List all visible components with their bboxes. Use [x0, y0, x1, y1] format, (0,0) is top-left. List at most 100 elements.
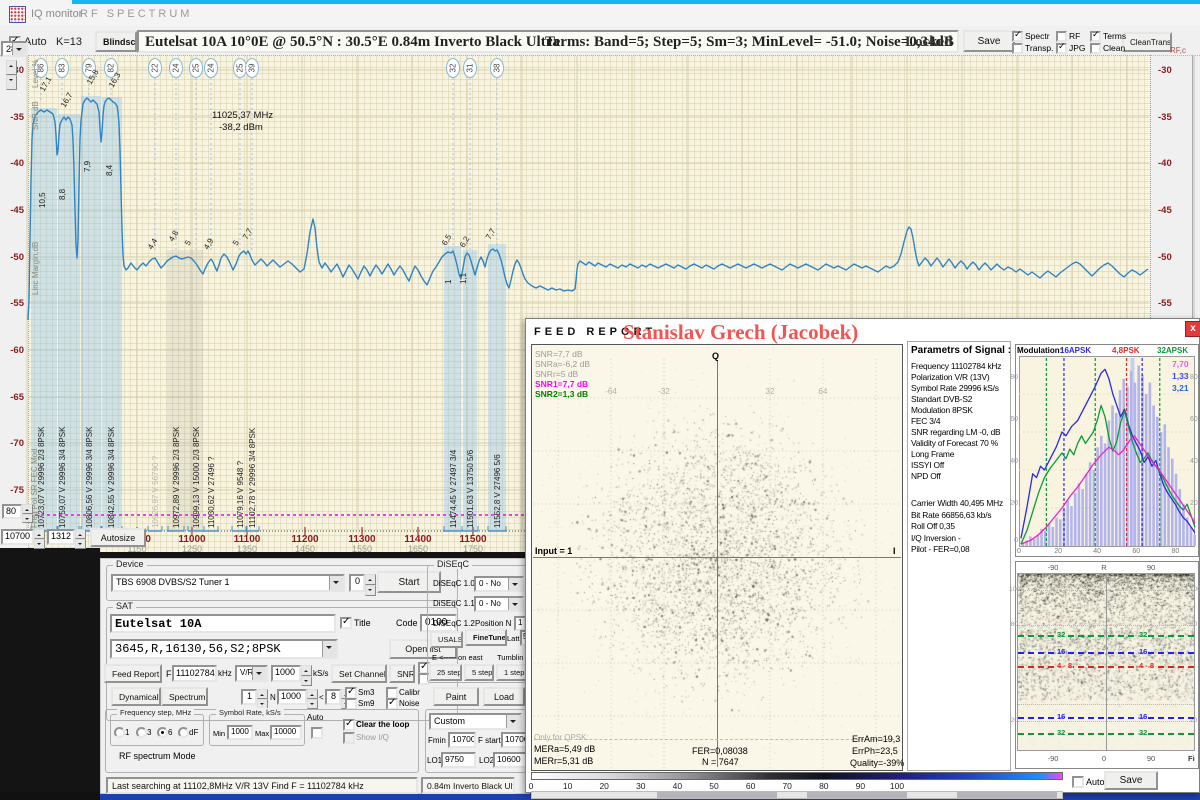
svg-text:6,5: 6,5 [440, 232, 454, 247]
set-channel-button[interactable]: Set Channel [331, 664, 387, 683]
feed-report-button[interactable]: Feed Report [104, 664, 162, 683]
params-title: Parametrs of Signal : [911, 345, 1012, 356]
scrollbar[interactable] [531, 791, 1063, 799]
n-value: N = 7647 [702, 757, 739, 767]
show-iq-checkbox[interactable] [343, 732, 355, 744]
svg-text:11030,62 V 27496 ?: 11030,62 V 27496 ? [207, 456, 216, 528]
fmin-label: Fmin [428, 736, 446, 745]
title-checkbox[interactable] [340, 616, 352, 629]
svg-text:11025,37 MHz: 11025,37 MHz [212, 110, 273, 121]
fstart-input[interactable]: 10700 [501, 732, 527, 748]
min-label: Min [213, 729, 226, 738]
sr-auto-label: Auto [307, 713, 324, 722]
steps5-button[interactable]: 5 steps [464, 664, 494, 681]
lo2-input[interactable]: 10600 [493, 752, 527, 768]
phase-threshold-label: 32 [1138, 728, 1149, 737]
custom-combo[interactable]: Custom [429, 713, 522, 730]
fer-value: FER=0,08038 [692, 746, 748, 756]
app-window: IQ monitor RF SPECTRUM Auto K=13 28 Blin… [0, 0, 1200, 800]
quality-scale-label: 20 [599, 781, 609, 791]
fmin-input[interactable]: 10700 [448, 732, 476, 748]
svg-text:11552,8 V 27496 5/6: 11552,8 V 27496 5/6 [493, 454, 502, 528]
phase-threshold-label: 4 - 8 [1056, 661, 1074, 670]
svg-text:10842,55 V 29996 3/4 8PSK: 10842,55 V 29996 3/4 8PSK [107, 426, 116, 528]
spectrum-button[interactable]: Spectrum [161, 687, 208, 706]
usals-button[interactable]: USALS [430, 631, 463, 648]
param-line: Bit Rate 66856,63 kb/s [911, 509, 992, 520]
svg-text:11474,45 V 27497 3/4: 11474,45 V 27497 3/4 [449, 449, 458, 528]
phase-threshold-line [1018, 733, 1194, 735]
svg-text:24: 24 [172, 63, 181, 72]
modchart-ytick: 80 [1190, 374, 1198, 381]
dynamical-button[interactable]: Dynamical [111, 687, 161, 706]
chevron-down-icon[interactable] [322, 641, 336, 657]
svg-text:7,7: 7,7 [241, 226, 255, 241]
polarity-combo[interactable]: V/R [235, 665, 268, 682]
phase-fi-label: Fi [1188, 754, 1195, 763]
scrollbar-thumb[interactable] [657, 792, 777, 798]
radio-df[interactable] [178, 727, 189, 738]
phase-top-label: R [1101, 563, 1107, 572]
diseqc10-combo[interactable]: 0 - No [474, 576, 524, 592]
radio-3mhz[interactable] [136, 727, 147, 738]
lo1-input[interactable]: 9750 [441, 752, 476, 768]
min-input[interactable]: 1000 [227, 725, 253, 740]
svg-text:32: 32 [449, 63, 458, 72]
step1-button[interactable]: 1 step [496, 664, 527, 681]
chevron-down-icon[interactable] [508, 598, 522, 610]
svg-text:4,9: 4,9 [202, 236, 216, 251]
snr-button[interactable]: SNR [389, 664, 415, 683]
svg-text:10759,07 V 29996 3/4 8PSK: 10759,07 V 29996 3/4 8PSK [58, 426, 67, 528]
max-input[interactable]: 10000 [270, 725, 302, 740]
chevron-down-icon[interactable] [252, 667, 266, 680]
autosize-button[interactable]: Autosize [90, 528, 146, 547]
paint-button[interactable]: Paint [433, 687, 479, 706]
phase-save-button[interactable]: Save [1104, 771, 1158, 790]
clear-loop-checkbox[interactable] [343, 718, 355, 731]
merr-value: MERr=5,31 dB [534, 756, 594, 766]
load-button[interactable]: Load [483, 687, 525, 706]
phase-threshold-label: 32 [1056, 728, 1067, 737]
erram-value: ErrAm=19,3 [852, 734, 901, 744]
show-iq-label: Show I/Q [356, 733, 389, 742]
quality-scale-label: 50 [709, 781, 719, 791]
diseqc11-combo[interactable]: 0 - No [474, 596, 524, 612]
radio-6mhz[interactable] [157, 727, 168, 738]
transponder-combo[interactable]: 3645,R,16130,56,S2;8PSK [110, 639, 338, 659]
svg-text:38: 38 [493, 63, 502, 72]
phase-top-label: -90 [1047, 563, 1059, 572]
svg-text:24: 24 [207, 63, 216, 72]
svg-text:22: 22 [151, 63, 160, 72]
sat-name-input[interactable]: Eutelsat 10A [110, 614, 336, 633]
phase-center-line [1106, 573, 1107, 751]
sr-auto-checkbox[interactable] [311, 727, 323, 739]
sm9-label: Sm9 [358, 699, 375, 708]
close-icon[interactable]: x [1185, 321, 1200, 337]
scrollbar-thumb[interactable] [807, 792, 907, 798]
code-label: Code [396, 618, 418, 628]
modchart-xtick: 0 [1017, 548, 1021, 555]
position-label: Position N [475, 619, 512, 628]
phase-side-label: 80 [1190, 621, 1198, 628]
svg-text:10999,13 V 15000 2/3 8PSK: 10999,13 V 15000 2/3 8PSK [192, 426, 201, 528]
frequency-input[interactable]: 11102784 [172, 665, 217, 682]
n-label: N [270, 693, 276, 702]
level-updown[interactable] [6, 60, 17, 90]
svg-text:31: 31 [466, 63, 475, 72]
finetune-button[interactable]: FineTune [465, 629, 507, 646]
scrollbar-thumb[interactable] [957, 792, 1057, 798]
modchart-ytick: 40 [1190, 458, 1198, 465]
radio-1mhz[interactable] [114, 727, 125, 738]
phase-top-label: 90 [1146, 563, 1156, 572]
phase-auto-checkbox[interactable] [1072, 776, 1084, 788]
steps25-button[interactable]: 25 steps [429, 664, 462, 681]
param-line: Symbol Rate 29996 kS/s [911, 383, 999, 393]
chevron-down-icon[interactable] [329, 576, 343, 590]
chevron-down-icon[interactable] [508, 578, 522, 590]
lo2-label: LO2 [479, 756, 495, 765]
phase-side-label: 20 [1010, 717, 1018, 724]
snr-legend-item: SNR2=1,3 dB [535, 389, 589, 399]
chevron-down-icon[interactable] [506, 715, 520, 728]
radio-df-label: dF [189, 728, 199, 737]
device-combo[interactable]: TBS 6908 DVBS/S2 Tuner 1 [111, 574, 345, 592]
